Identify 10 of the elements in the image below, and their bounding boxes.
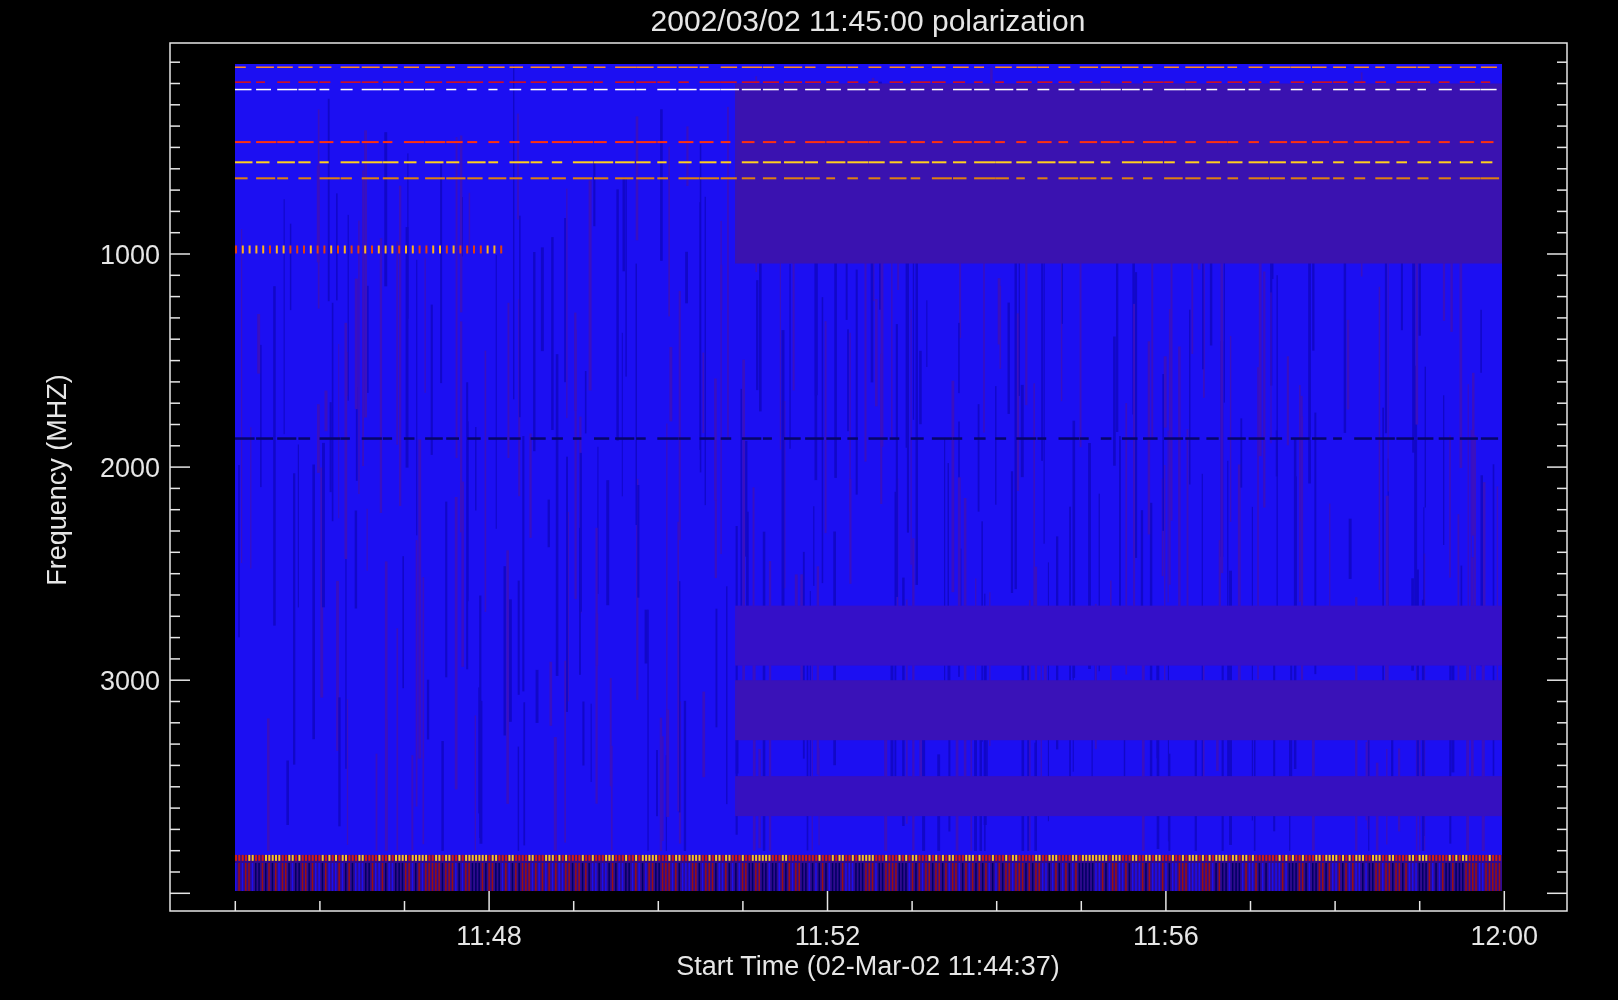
x-tick-label: 12:00 — [1470, 921, 1539, 951]
y-tick-label: 2000 — [99, 453, 160, 484]
x-tick-label: 11:48 — [456, 921, 522, 951]
x-tick-label: 11:52 — [794, 921, 861, 951]
plot-title: 2002/03/02 11:45:00 polarization — [650, 4, 1086, 37]
y-tick-label: 1000 — [99, 240, 160, 270]
x-tick-label: 11:56 — [1133, 921, 1199, 951]
y-tick-label: 3000 — [99, 666, 160, 697]
x-axis-label: Start Time (02-Mar-02 11:44:37) — [676, 951, 1060, 981]
y-axis-label: Frequency (MHZ) — [42, 374, 72, 586]
